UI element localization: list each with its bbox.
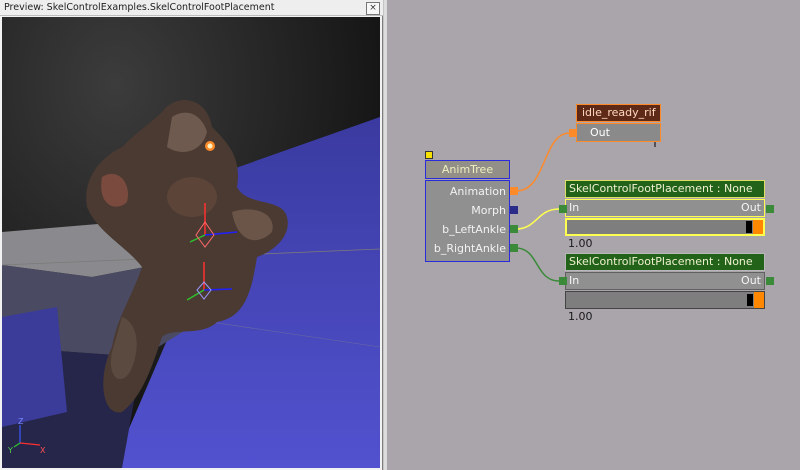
close-icon: × (369, 3, 377, 13)
skel-control-2-io[interactable]: In Out (565, 272, 765, 290)
left-ankle-connector[interactable] (510, 225, 518, 233)
axis-x-label: X (40, 446, 46, 455)
input-animation-label: Animation (449, 185, 506, 198)
viewport-scene: Z Y X (2, 17, 380, 468)
skel-control-1-in-label: In (569, 201, 580, 214)
skel-control-1-in-connector[interactable] (559, 205, 567, 213)
axis-z-label: Z (18, 417, 24, 426)
skel-control-2-in-label: In (569, 274, 580, 287)
anim-tree-graph[interactable]: AnimTree Animation Morph b_LeftAnkle b_R… (387, 0, 800, 470)
close-button[interactable]: × (366, 2, 380, 15)
animtree-node-title[interactable]: AnimTree (425, 160, 510, 179)
axis-y-label: Y (7, 446, 13, 455)
animation-connector[interactable] (510, 187, 518, 195)
skel-control-1-weight-slider[interactable] (565, 218, 765, 236)
wire-right-ankle (515, 247, 560, 282)
wire-left-ankle (515, 208, 560, 230)
skel-control-1-io[interactable]: In Out (565, 199, 765, 217)
idle-out-label: Out (590, 126, 610, 139)
skel-control-2-in-connector[interactable] (559, 277, 567, 285)
skel-control-1-out-label: Out (741, 201, 761, 214)
skel-control-2-weight-slider[interactable] (565, 291, 765, 309)
skel-control-1-weight: 1.00 (568, 237, 593, 250)
input-left-ankle-label: b_LeftAnkle (442, 223, 506, 236)
skel-control-2-title[interactable]: SkelControlFootPlacement : None (565, 253, 765, 271)
animtree-node[interactable]: Animation Morph b_LeftAnkle b_RightAnkle (425, 180, 510, 262)
input-right-ankle-label: b_RightAnkle (433, 242, 506, 255)
idle-node-title[interactable]: idle_ready_rif (576, 104, 661, 122)
skel-control-2-weight: 1.00 (568, 310, 593, 323)
animtree-select-handle[interactable] (425, 151, 433, 159)
preview-title: Preview: SkelControlExamples.SkelControl… (4, 2, 275, 13)
morph-connector[interactable] (510, 206, 518, 214)
slider-end (754, 292, 764, 308)
input-morph-label: Morph (471, 204, 506, 217)
idle-node[interactable]: Out (576, 123, 661, 142)
preview-viewport[interactable]: Z Y X (2, 17, 380, 468)
slider-handle[interactable] (746, 221, 752, 233)
preview-panel: Preview: SkelControlExamples.SkelControl… (0, 0, 383, 470)
skel-control-1-out-connector[interactable] (766, 205, 774, 213)
skel-control-1-title[interactable]: SkelControlFootPlacement : None (565, 180, 765, 198)
idle-out-connector[interactable] (569, 129, 577, 137)
slider-end (753, 220, 763, 234)
skel-control-2-out-label: Out (741, 274, 761, 287)
blue-step (2, 307, 67, 427)
skel-control-2-out-connector[interactable] (766, 277, 774, 285)
slider-handle[interactable] (747, 294, 753, 306)
wire-animation (515, 132, 571, 192)
preview-title-bar: Preview: SkelControlExamples.SkelControl… (0, 0, 383, 16)
right-ankle-connector[interactable] (510, 244, 518, 252)
